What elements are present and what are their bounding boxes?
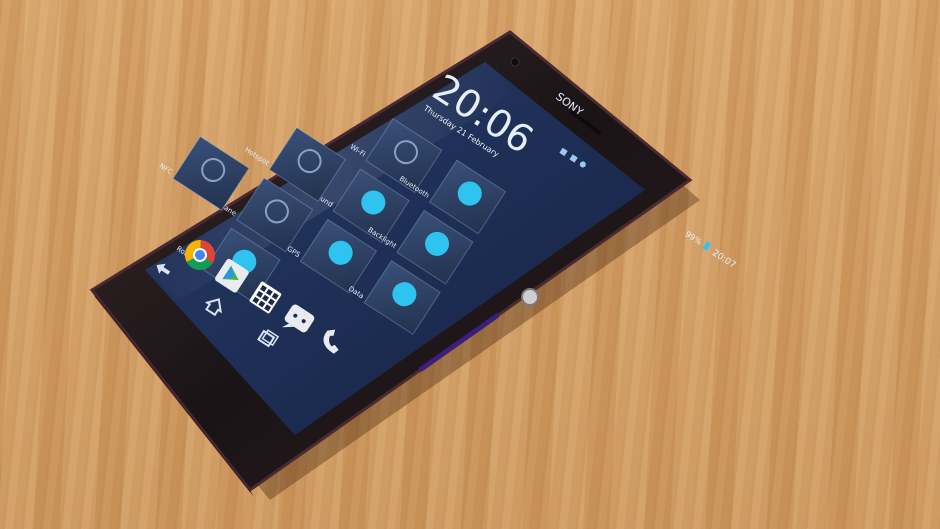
battery-level: 99% xyxy=(684,229,704,246)
quick-setting-tile-nfc[interactable]: NFC xyxy=(158,127,250,211)
status-time: 20:07 xyxy=(710,248,737,271)
tile-label: Hotspot xyxy=(243,146,271,168)
phone-scene: SONY 20:06 Thursday 21 February 99% 20:0… xyxy=(89,30,737,500)
tile-label: NFC xyxy=(158,162,174,176)
power-button[interactable] xyxy=(521,288,539,306)
front-camera xyxy=(510,57,520,67)
battery-icon xyxy=(702,241,712,251)
